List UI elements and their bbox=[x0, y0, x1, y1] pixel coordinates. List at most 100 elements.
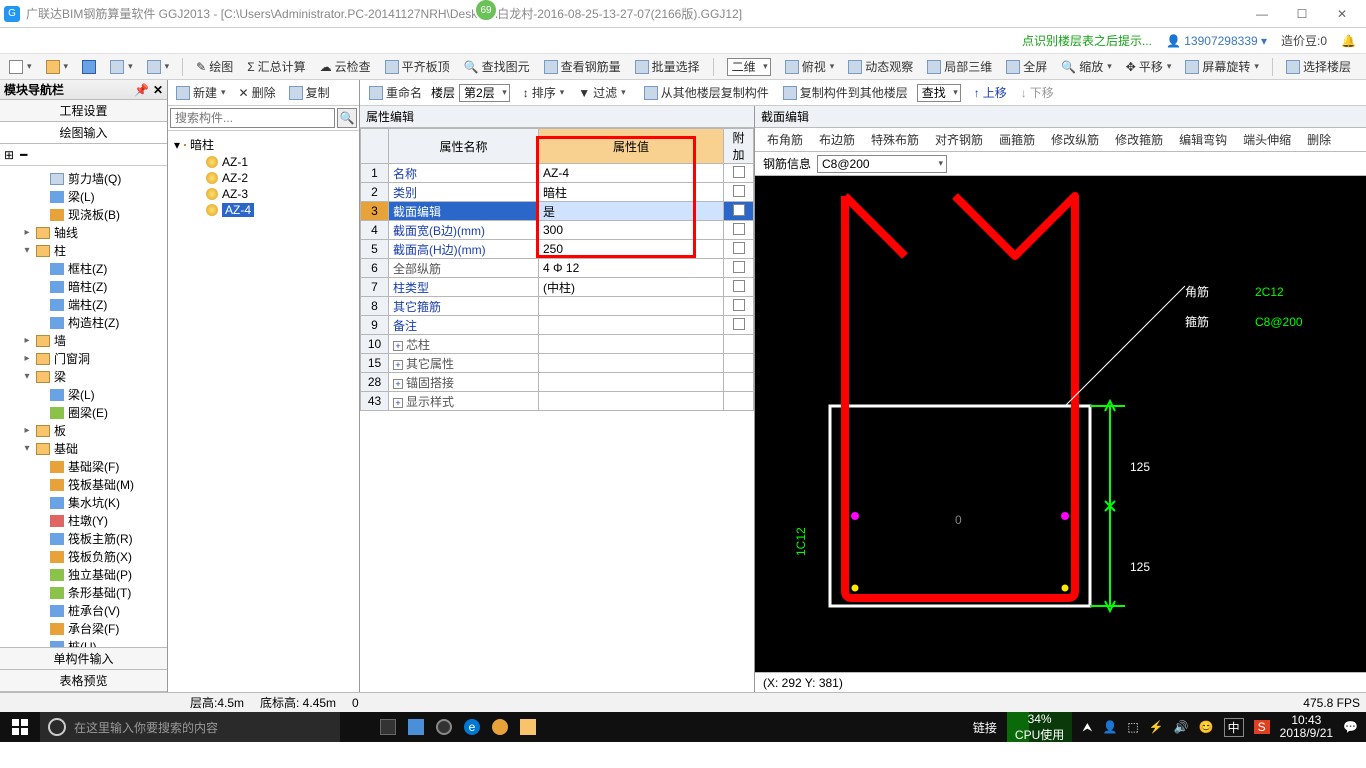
close-button[interactable]: ✕ bbox=[1322, 2, 1362, 26]
nav-node[interactable]: ▸门窗洞 bbox=[2, 350, 165, 368]
dynamic-button[interactable]: 动态观察 bbox=[843, 56, 918, 77]
list-item[interactable]: AZ-2 bbox=[172, 170, 355, 186]
ime-lang[interactable]: 中 bbox=[1224, 718, 1244, 737]
open-file-button[interactable]: ▾ bbox=[41, 58, 74, 76]
nav-node[interactable]: 独立基础(P) bbox=[2, 566, 165, 584]
nav-node[interactable]: 桩承台(V) bbox=[2, 602, 165, 620]
tray-icon[interactable]: 👤 bbox=[1102, 720, 1117, 734]
pin-icon[interactable]: 📌 bbox=[134, 83, 149, 97]
property-row[interactable]: 2类别暗柱 bbox=[361, 183, 754, 202]
taskbar-clock[interactable]: 10:432018/9/21 bbox=[1280, 714, 1333, 740]
section-tab[interactable]: 修改纵筋 bbox=[1049, 129, 1101, 150]
copyto-button[interactable]: 复制构件到其他楼层 bbox=[778, 82, 913, 103]
section-tab[interactable]: 修改箍筋 bbox=[1113, 129, 1165, 150]
collapse-icon[interactable]: ━ bbox=[20, 148, 27, 162]
fullscreen-button[interactable]: 全屏 bbox=[1001, 56, 1052, 77]
section-tab[interactable]: 对齐钢筋 bbox=[933, 129, 985, 150]
del-comp-button[interactable]: ✕ 删除 bbox=[234, 82, 281, 103]
property-row[interactable]: 7柱类型(中柱) bbox=[361, 278, 754, 297]
find-combo[interactable]: 查找 bbox=[917, 84, 961, 102]
tray-icon[interactable]: ⮝ bbox=[1082, 720, 1092, 735]
rename-button[interactable]: 重命名 bbox=[364, 82, 427, 103]
tip-text[interactable]: 点识别楼层表之后提示... bbox=[1022, 32, 1152, 49]
select-floor-button[interactable]: 选择楼层 bbox=[1281, 56, 1356, 77]
zoom-button[interactable]: 🔍 缩放▾ bbox=[1056, 56, 1117, 77]
section-tab[interactable]: 画箍筋 bbox=[997, 129, 1037, 150]
property-row[interactable]: 15+其它属性 bbox=[361, 354, 754, 373]
nav-node[interactable]: 基础梁(F) bbox=[2, 458, 165, 476]
flat-button[interactable]: 平齐板顶 bbox=[380, 56, 455, 77]
section-tab[interactable]: 布角筋 bbox=[765, 129, 805, 150]
birdview-button[interactable]: 俯视▾ bbox=[780, 56, 840, 77]
search-button[interactable]: 🔍 bbox=[337, 108, 357, 128]
floor-combo[interactable]: 第2层 bbox=[459, 84, 510, 102]
cloud-check-button[interactable]: ☁ 云检查 bbox=[315, 56, 376, 77]
maximize-button[interactable]: ☐ bbox=[1282, 2, 1322, 26]
nav-node[interactable]: ▸轴线 bbox=[2, 224, 165, 242]
nav-node[interactable]: 框柱(Z) bbox=[2, 260, 165, 278]
property-row[interactable]: 6全部纵筋4 Φ 12 bbox=[361, 259, 754, 278]
task-icon[interactable] bbox=[380, 719, 396, 735]
nav-node[interactable]: 桩(U) bbox=[2, 638, 165, 647]
property-row[interactable]: 3截面编辑是 bbox=[361, 202, 754, 221]
tray-icon[interactable]: ⬚ bbox=[1127, 720, 1138, 734]
redo-button[interactable]: ▾ bbox=[142, 58, 175, 76]
property-row[interactable]: 1名称AZ-4 bbox=[361, 164, 754, 183]
nav-node[interactable]: 构造柱(Z) bbox=[2, 314, 165, 332]
section-tab[interactable]: 删除 bbox=[1305, 129, 1333, 150]
task-icon[interactable]: e bbox=[464, 719, 480, 735]
nav-node[interactable]: 暗柱(Z) bbox=[2, 278, 165, 296]
local3d-button[interactable]: 局部三维 bbox=[922, 56, 997, 77]
list-root[interactable]: ▾暗柱 bbox=[172, 135, 355, 154]
nav-node[interactable]: 柱墩(Y) bbox=[2, 512, 165, 530]
property-table[interactable]: 属性名称 属性值 附加 1名称AZ-42类别暗柱3截面编辑是4截面宽(B边)(m… bbox=[360, 128, 754, 411]
nav-node[interactable]: 梁(L) bbox=[2, 386, 165, 404]
expand-icon[interactable]: ⊞ bbox=[4, 148, 14, 162]
property-row[interactable]: 4截面宽(B边)(mm)300 bbox=[361, 221, 754, 240]
nav-node[interactable]: 现浇板(B) bbox=[2, 206, 165, 224]
task-icon[interactable] bbox=[520, 719, 536, 735]
component-list[interactable]: ▾暗柱AZ-1AZ-2AZ-3AZ-4 bbox=[168, 131, 359, 692]
copy-comp-button[interactable]: 复制 bbox=[284, 82, 335, 103]
property-row[interactable]: 28+锚固搭接 bbox=[361, 373, 754, 392]
task-icon[interactable] bbox=[408, 719, 424, 735]
task-icon[interactable] bbox=[436, 719, 452, 735]
nav-node[interactable]: 梁(L) bbox=[2, 188, 165, 206]
search-input[interactable] bbox=[170, 108, 335, 128]
task-icon[interactable] bbox=[492, 719, 508, 735]
nav-node[interactable]: 端柱(Z) bbox=[2, 296, 165, 314]
tab-engineering-settings[interactable]: 工程设置 bbox=[0, 100, 167, 122]
sum-button[interactable]: Σ 汇总计算 bbox=[242, 56, 310, 77]
dim-combo[interactable]: 二维 bbox=[722, 56, 776, 78]
nav-node[interactable]: ▾柱 bbox=[2, 242, 165, 260]
property-row[interactable]: 43+显示样式 bbox=[361, 392, 754, 411]
close-panel-icon[interactable]: ✕ bbox=[153, 83, 163, 97]
new-file-button[interactable]: ▾ bbox=[4, 58, 37, 76]
batch-select-button[interactable]: 批量选择 bbox=[630, 56, 705, 77]
property-row[interactable]: 9备注 bbox=[361, 316, 754, 335]
tab-draw-input[interactable]: 绘图输入 bbox=[0, 122, 167, 144]
nav-node[interactable]: 圈梁(E) bbox=[2, 404, 165, 422]
account-number[interactable]: 👤 13907298339 ▾ bbox=[1166, 34, 1267, 48]
draw-button[interactable]: ✎ 绘图 bbox=[191, 56, 238, 77]
nav-node[interactable]: 集水坑(K) bbox=[2, 494, 165, 512]
nav-node[interactable]: ▾梁 bbox=[2, 368, 165, 386]
cpu-meter[interactable]: 34%CPU使用 bbox=[1007, 712, 1072, 742]
section-tab[interactable]: 编辑弯钩 bbox=[1177, 129, 1229, 150]
undo-button[interactable]: ▾ bbox=[105, 58, 138, 76]
property-row[interactable]: 10+芯柱 bbox=[361, 335, 754, 354]
property-row[interactable]: 5截面高(H边)(mm)250 bbox=[361, 240, 754, 259]
section-tab[interactable]: 端头伸缩 bbox=[1241, 129, 1293, 150]
section-tab[interactable]: 特殊布筋 bbox=[869, 129, 921, 150]
rotate-button[interactable]: 屏幕旋转▾ bbox=[1180, 56, 1264, 77]
new-comp-button[interactable]: 新建▾ bbox=[171, 82, 231, 103]
nav-node[interactable]: 筏板负筋(X) bbox=[2, 548, 165, 566]
nav-node[interactable]: 筏板主筋(R) bbox=[2, 530, 165, 548]
rebar-info-combo[interactable]: C8@200 bbox=[817, 155, 947, 173]
tray-icon[interactable]: ⚡ bbox=[1149, 720, 1164, 734]
section-canvas[interactable]: 0 1C12 125 bbox=[755, 176, 1366, 672]
nav-tree[interactable]: 剪力墙(Q)梁(L)现浇板(B)▸轴线▾柱框柱(Z)暗柱(Z)端柱(Z)构造柱(… bbox=[0, 166, 167, 647]
find-graph-button[interactable]: 🔍 查找图元 bbox=[459, 56, 535, 77]
nav-node[interactable]: 条形基础(T) bbox=[2, 584, 165, 602]
sort-button[interactable]: ↕ 排序▾ bbox=[518, 82, 570, 103]
